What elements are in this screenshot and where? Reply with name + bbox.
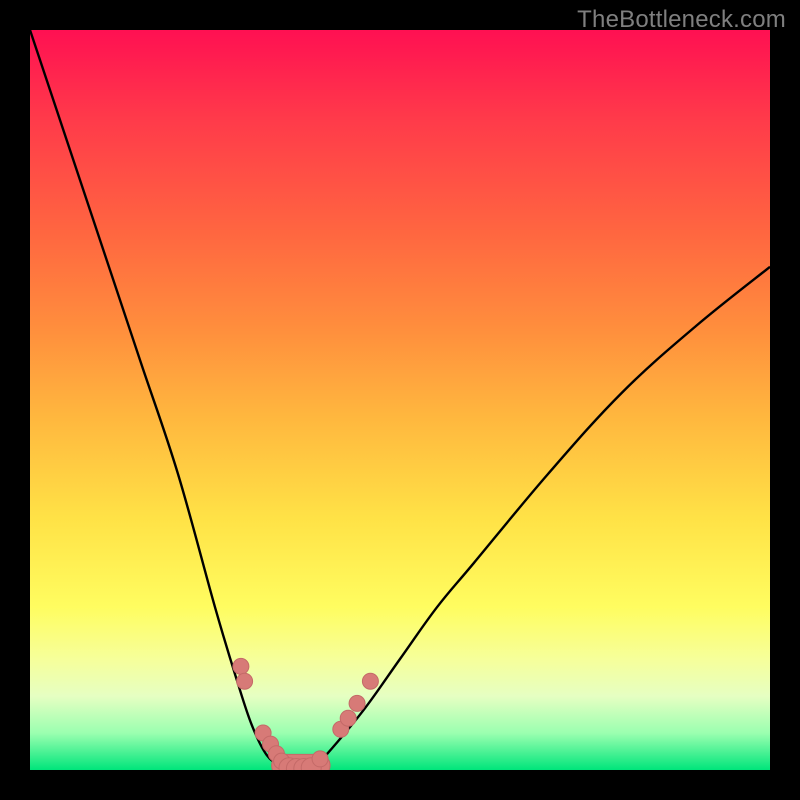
marker-right-upper-3	[349, 695, 365, 711]
curve-layer	[30, 30, 770, 770]
marker-right-top	[362, 673, 378, 689]
marker-layer	[233, 658, 379, 770]
marker-left-upper-2	[237, 673, 253, 689]
watermark-text: TheBottleneck.com	[577, 6, 786, 34]
curve-left	[30, 30, 311, 770]
marker-left-upper-1	[233, 658, 249, 674]
curve-right	[289, 267, 770, 770]
marker-right-lower-1	[312, 751, 328, 767]
marker-right-upper-2	[340, 710, 356, 726]
chart-frame: TheBottleneck.com	[0, 0, 800, 800]
chart-plot-area	[30, 30, 770, 770]
chart-svg	[30, 30, 770, 770]
